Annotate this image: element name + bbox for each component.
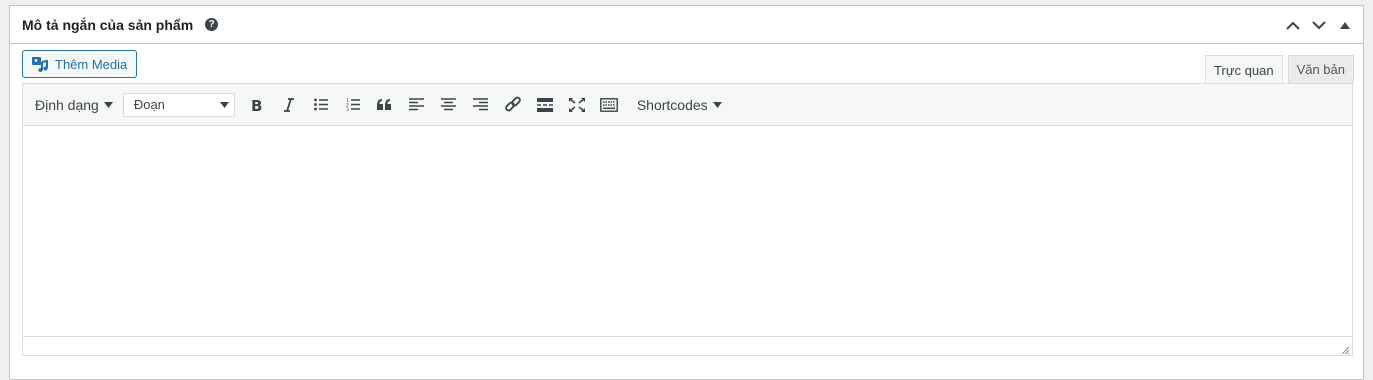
move-up-button[interactable]	[1283, 15, 1303, 35]
link-icon	[505, 96, 521, 111]
align-center-button[interactable]	[433, 91, 465, 119]
metabox-header: Mô tả ngắn của sản phẩm ?	[10, 6, 1363, 44]
editor-container: Định dạng Đoạn B 1 2 3 Shortcodes	[22, 83, 1353, 356]
editor-statusbar	[23, 337, 1352, 357]
move-down-button[interactable]	[1309, 15, 1329, 35]
svg-text:B: B	[251, 98, 262, 112]
numbered-list-button[interactable]: 1 2 3	[337, 91, 369, 119]
editor-content-area[interactable]	[23, 126, 1352, 337]
shortcodes-label: Shortcodes	[636, 96, 708, 113]
italic-button[interactable]	[273, 91, 305, 119]
blockquote-button[interactable]	[369, 91, 401, 119]
keyboard-icon	[599, 97, 618, 112]
bulleted-list-button[interactable]	[305, 91, 337, 119]
read-more-button[interactable]	[529, 91, 561, 119]
align-right-button[interactable]	[465, 91, 497, 119]
insert-link-button[interactable]	[497, 91, 529, 119]
bold-icon: B	[251, 98, 262, 112]
block-format-value: Đoạn	[133, 97, 165, 112]
resize-handle-icon[interactable]	[1340, 345, 1350, 355]
chevron-up-icon	[1286, 21, 1300, 30]
bulleted-list-icon	[313, 98, 328, 111]
align-left-icon	[409, 98, 425, 111]
caret-down-icon	[103, 101, 113, 108]
align-center-icon	[441, 98, 457, 111]
svg-text:3: 3	[346, 107, 349, 111]
fullscreen-icon	[568, 97, 585, 112]
caret-down-icon	[712, 101, 722, 108]
caret-down-icon	[219, 101, 229, 108]
block-format-select[interactable]: Đoạn	[122, 92, 235, 117]
media-icon	[32, 56, 48, 72]
italic-icon	[283, 97, 294, 112]
tab-visual[interactable]: Trực quan	[1205, 55, 1283, 84]
help-icon[interactable]: ?	[205, 18, 219, 31]
align-right-icon	[473, 98, 489, 111]
fullscreen-button[interactable]	[561, 91, 593, 119]
numbered-list-icon: 1 2 3	[346, 98, 360, 111]
toolbar-toggle-button[interactable]	[593, 91, 625, 119]
chevron-down-icon	[1312, 20, 1326, 29]
metabox-title: Mô tả ngắn của sản phẩm	[22, 16, 194, 33]
align-left-button[interactable]	[401, 91, 433, 119]
handle-actions	[1283, 15, 1355, 35]
editor-toolbar: Định dạng Đoạn B 1 2 3 Shortcodes	[23, 84, 1352, 126]
short-description-metabox: Mô tả ngắn của sản phẩm ? Thêm Media Trự…	[9, 5, 1364, 380]
read-more-icon	[536, 97, 553, 112]
add-media-button[interactable]: Thêm Media	[22, 50, 138, 78]
add-media-label: Thêm Media	[55, 56, 128, 72]
format-menu-label: Định dạng	[35, 96, 99, 113]
format-menu[interactable]: Định dạng	[27, 97, 121, 113]
triangle-up-icon	[1340, 21, 1350, 29]
tab-text[interactable]: Văn bản	[1287, 55, 1354, 83]
bold-button[interactable]: B	[241, 91, 273, 119]
editor-tabs: Trực quan Văn bản	[1205, 55, 1354, 84]
toggle-panel-button[interactable]	[1335, 15, 1355, 35]
shortcodes-menu[interactable]: Shortcodes	[629, 97, 730, 113]
blockquote-icon	[377, 99, 392, 110]
